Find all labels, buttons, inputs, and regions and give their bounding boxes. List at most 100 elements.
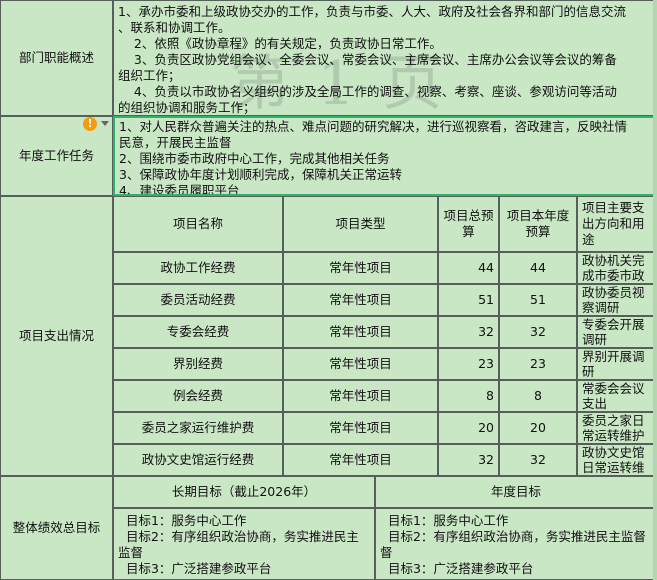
dept-content-cell[interactable]: 1、承办市委和上级政协交办的工作，负责与市委、人大、政府及社会各界和部门的信息交… [113, 0, 657, 116]
project-total-cell[interactable]: 32 [438, 444, 499, 476]
perf-label-cell[interactable]: 整体绩效总目标 [0, 476, 113, 580]
project-purpose-cell[interactable]: 政协委员视 察调研 [577, 284, 657, 316]
project-total-cell[interactable]: 8 [438, 380, 499, 412]
project-total-cell[interactable]: 51 [438, 284, 499, 316]
project-name-cell[interactable]: 政协工作经费 [113, 252, 283, 284]
project-name-cell[interactable]: 委员活动经费 [113, 284, 283, 316]
project-type: 常年性项目 [329, 292, 392, 307]
warning-icon[interactable]: ! [83, 117, 97, 131]
project-total-cell[interactable]: 23 [438, 348, 499, 380]
project-purpose-line: 成市委市政 [582, 268, 645, 283]
project-type-cell[interactable]: 常年性项目 [283, 444, 438, 476]
project-year: 51 [530, 292, 546, 307]
perf-long-content-cell[interactable]: 目标1：服务中心工作 目标2：有序组织政治协商，务实推进民主 监督 目标3：广泛… [113, 508, 375, 580]
header-type: 项目类型 [335, 216, 386, 231]
perf-year-content-cell[interactable]: 目标1：服务中心工作 目标2：有序组织政治协商，务实推进民主监督 督 目标3：广… [375, 508, 657, 580]
project-year: 32 [530, 324, 546, 339]
project-name-cell[interactable]: 委员之家运行维护费 [113, 412, 283, 444]
header-type-cell[interactable]: 项目类型 [283, 196, 438, 252]
project-name-cell[interactable]: 政协文史馆运行经费 [113, 444, 283, 476]
dept-line: 的组织协调和服务工作； [118, 100, 256, 115]
perf-year-line: 目标2：有序组织政治协商，务实推进民主监督 [380, 529, 646, 544]
project-name: 委员之家运行维护费 [141, 420, 255, 435]
project-total: 32 [478, 452, 494, 467]
annual-content-cell[interactable]: 1、对人民群众普遍关注的热点、难点问题的研究解决，进行巡视察看，咨政建言，反映社… [113, 116, 657, 196]
project-year: 44 [530, 260, 546, 275]
project-year-cell[interactable]: 20 [499, 412, 577, 444]
dept-label: 部门职能概述 [18, 50, 94, 65]
header-name-cell[interactable]: 项目名称 [113, 196, 283, 252]
header-total-cell[interactable]: 项目总预 算 [438, 196, 499, 252]
project-type-cell[interactable]: 常年性项目 [283, 284, 438, 316]
project-total-cell[interactable]: 20 [438, 412, 499, 444]
annual-line: 4、建设委员履职平台 [119, 183, 240, 196]
projects-label: 项目支出情况 [18, 328, 94, 343]
project-year-cell[interactable]: 23 [499, 348, 577, 380]
project-purpose-line: 专委会开展 [582, 317, 645, 332]
project-name-cell[interactable]: 例会经费 [113, 380, 283, 412]
project-total-cell[interactable]: 32 [438, 316, 499, 348]
project-year-cell[interactable]: 51 [499, 284, 577, 316]
perf-long-header-cell[interactable]: 长期目标（截止2026年） [113, 476, 375, 508]
project-year-cell[interactable]: 44 [499, 252, 577, 284]
project-type-cell[interactable]: 常年性项目 [283, 380, 438, 412]
perf-year-header-cell[interactable]: 年度目标 [375, 476, 657, 508]
header-purpose-line: 出方向和用 [582, 216, 645, 231]
project-type-cell[interactable]: 常年性项目 [283, 412, 438, 444]
dept-line: 1、承办市委和上级政协交办的工作，负责与市委、人大、政府及社会各界和部门的信息交… [118, 4, 626, 19]
dept-label-cell[interactable]: 部门职能概述 [0, 0, 113, 116]
header-purpose-cell[interactable]: 项目主要支 出方向和用 途 [577, 196, 657, 252]
perf-long-line: 目标2：有序组织政治协商，务实推进民主 [118, 529, 359, 544]
dept-line: 组织工作； [118, 68, 181, 83]
project-name-cell[interactable]: 界别经费 [113, 348, 283, 380]
project-purpose-cell[interactable]: 常委会会议 支出 [577, 380, 657, 412]
project-type: 常年性项目 [329, 324, 392, 339]
project-type-cell[interactable]: 常年性项目 [283, 348, 438, 380]
project-total-cell[interactable]: 44 [438, 252, 499, 284]
perf-year-line: 目标1：服务中心工作 [380, 513, 509, 528]
header-name: 项目名称 [172, 216, 223, 231]
annual-label-cell[interactable]: 年度工作任务 [0, 116, 113, 196]
dept-line: 4、负责以市政协名义组织的涉及全局工作的调查、视察、考察、座谈、参观访问等活动 [118, 84, 617, 99]
perf-long-line: 监督 [118, 545, 144, 560]
header-year-cell[interactable]: 项目本年度 预算 [499, 196, 577, 252]
project-purpose-cell[interactable]: 委员之家日 常运转维护 [577, 412, 657, 444]
project-purpose-line: 察调研 [582, 300, 620, 315]
project-purpose-cell[interactable]: 政协文史馆 日常运转维 [577, 444, 657, 476]
dept-line: 2、依照《政协章程》的有关规定，负责政协日常工作。 [118, 36, 442, 51]
chevron-down-icon[interactable] [101, 121, 109, 126]
project-purpose-cell[interactable]: 政协机关完 成市委市政 [577, 252, 657, 284]
header-total-line: 项目总预 [443, 208, 494, 223]
project-total: 8 [486, 388, 494, 403]
annual-label: 年度工作任务 [18, 148, 94, 163]
project-purpose-line: 政协文史馆 [582, 445, 645, 460]
project-purpose-line: 调研 [582, 332, 608, 347]
perf-long-header: 长期目标（截止2026年） [171, 484, 317, 499]
project-year-cell[interactable]: 8 [499, 380, 577, 412]
project-year-cell[interactable]: 32 [499, 444, 577, 476]
project-purpose-line: 政协委员视 [582, 285, 645, 300]
annual-line: 1、对人民群众普遍关注的热点、难点问题的研究解决，进行巡视察看，咨政建言，反映社… [119, 119, 627, 134]
perf-long-line: 目标1：服务中心工作 [118, 513, 247, 528]
header-purpose-line: 项目主要支 [582, 200, 645, 215]
project-name-cell[interactable]: 专委会经费 [113, 316, 283, 348]
project-name: 委员活动经费 [160, 292, 236, 307]
project-type-cell[interactable]: 常年性项目 [283, 252, 438, 284]
header-total-line: 算 [462, 224, 475, 239]
project-type: 常年性项目 [329, 260, 392, 275]
project-purpose-cell[interactable]: 专委会开展 调研 [577, 316, 657, 348]
projects-label-cell[interactable]: 项目支出情况 [0, 196, 113, 476]
project-name: 界别经费 [172, 356, 223, 371]
vertical-scrollbar[interactable] [653, 0, 657, 580]
project-year: 23 [530, 356, 546, 371]
project-purpose-cell[interactable]: 界别开展调研 [577, 348, 657, 380]
project-year-cell[interactable]: 32 [499, 316, 577, 348]
project-type-cell[interactable]: 常年性项目 [283, 316, 438, 348]
project-name: 例会经费 [172, 388, 223, 403]
project-purpose-line: 政协机关完 [582, 253, 645, 268]
project-purpose-line: 常委会会议 [582, 381, 645, 396]
project-total: 32 [478, 324, 494, 339]
project-purpose-line: 委员之家日 [582, 413, 645, 428]
project-total: 51 [478, 292, 494, 307]
project-type: 常年性项目 [329, 420, 392, 435]
